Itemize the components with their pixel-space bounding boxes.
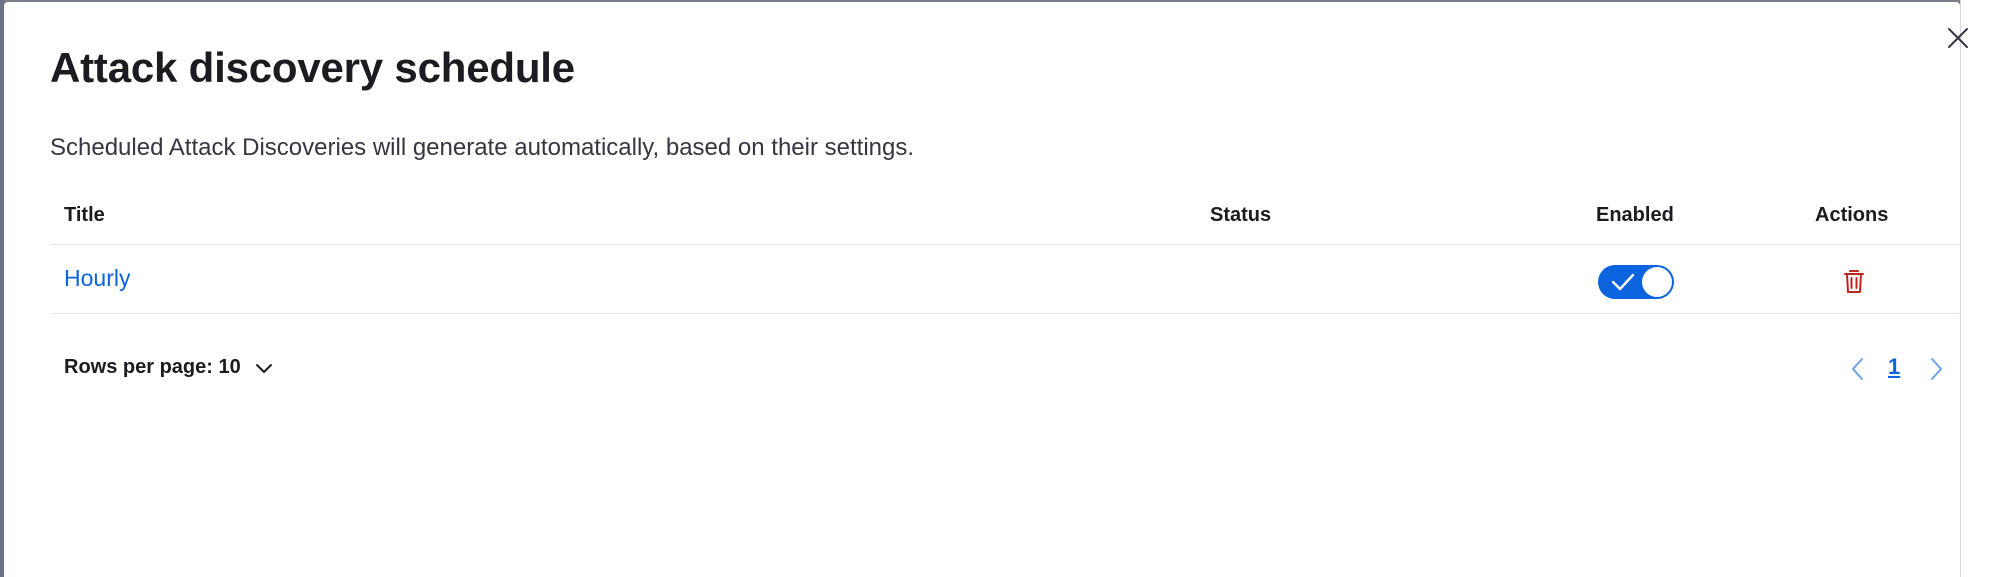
close-modal-button[interactable] xyxy=(1944,24,1972,52)
enabled-toggle[interactable] xyxy=(1598,265,1674,299)
table-pagination: Rows per page: 10 1 xyxy=(50,352,1960,388)
column-header-title[interactable]: Title xyxy=(64,204,105,227)
schedule-modal: Attack discovery schedule Scheduled Atta… xyxy=(4,2,1960,577)
chevron-left-icon xyxy=(1852,358,1863,380)
chevron-down-icon xyxy=(255,363,272,373)
chevron-right-icon xyxy=(1931,358,1942,380)
column-header-status[interactable]: Status xyxy=(1210,204,1271,227)
modal-title: Attack discovery schedule xyxy=(50,44,575,91)
modal-description: Scheduled Attack Discoveries will genera… xyxy=(50,134,915,161)
rows-per-page-button[interactable]: Rows per page: 10 xyxy=(64,356,273,379)
schedules-table: Title Status Enabled Actions Hourly xyxy=(50,192,1960,314)
previous-page-button[interactable] xyxy=(1850,356,1866,387)
page-number-current[interactable]: 1 xyxy=(1888,354,1900,380)
delete-schedule-button[interactable] xyxy=(1840,267,1868,295)
trash-icon xyxy=(1844,270,1864,293)
close-icon xyxy=(1948,28,1968,48)
page-edge xyxy=(1960,0,1999,577)
toggle-knob xyxy=(1642,267,1672,297)
column-header-actions: Actions xyxy=(1815,204,1889,226)
schedule-title-link[interactable]: Hourly xyxy=(64,265,130,292)
table-header: Title Status Enabled Actions xyxy=(50,192,1960,245)
column-header-enabled[interactable]: Enabled xyxy=(1596,204,1674,227)
next-page-button[interactable] xyxy=(1928,356,1944,387)
check-icon xyxy=(1611,273,1635,291)
table-row: Hourly xyxy=(50,245,1960,314)
rows-per-page-label: Rows per page: 10 xyxy=(64,356,241,378)
